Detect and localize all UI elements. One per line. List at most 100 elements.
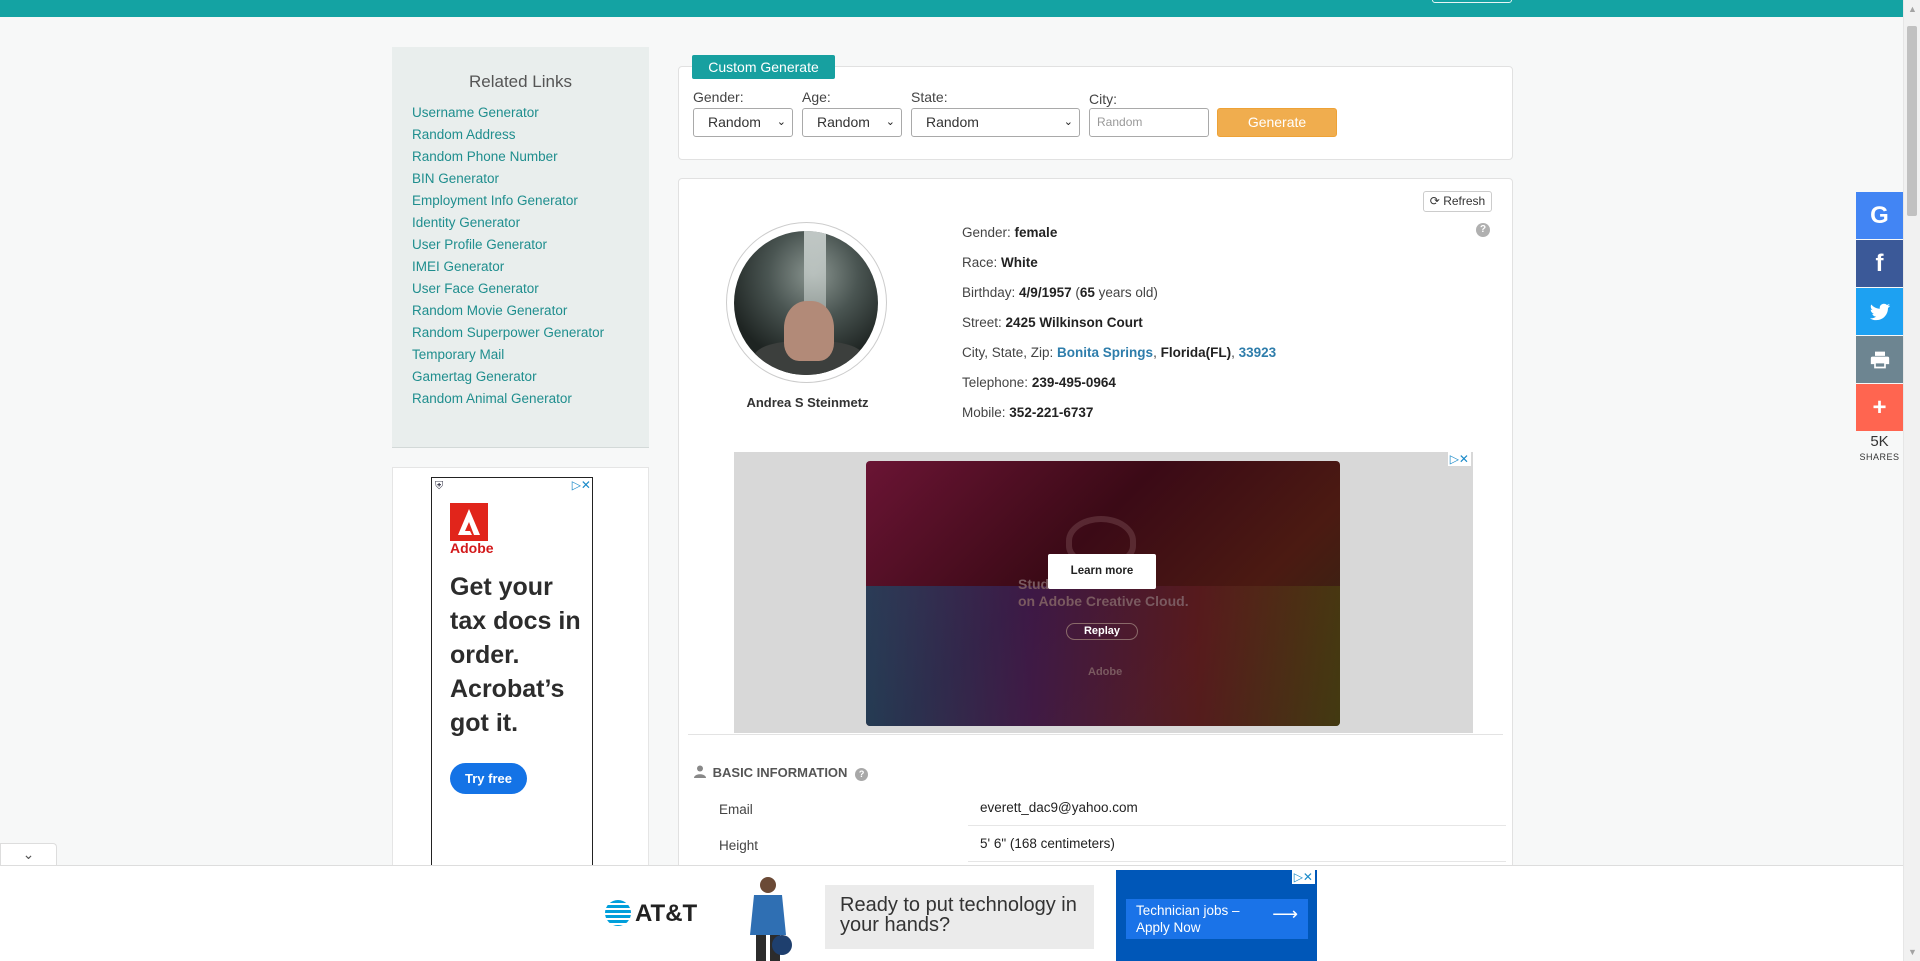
adobe-ad-creative[interactable]: ⛨ ▷✕ Adobe Get your tax docs in order. A…	[431, 477, 593, 867]
age-value: 65	[1079, 285, 1095, 300]
related-link-random-address[interactable]: Random Address	[412, 124, 649, 146]
related-link-gamertag-generator[interactable]: Gamertag Generator	[412, 366, 649, 388]
state-select-value: Random	[926, 114, 979, 130]
related-link-random-phone-number[interactable]: Random Phone Number	[412, 146, 649, 168]
top-nav-bar	[0, 0, 1920, 17]
scrollbar-thumb[interactable]	[1907, 26, 1917, 216]
telephone-value: 239-495-0964	[1031, 375, 1116, 390]
mobile-info: Mobile: 352-221-6737	[962, 405, 1094, 420]
refresh-label: Refresh	[1443, 194, 1486, 208]
age-select-value: Random	[817, 114, 870, 130]
printer-icon	[1870, 351, 1889, 368]
height-value: 5' 6" (168 centimeters)	[980, 836, 1115, 851]
refresh-icon: ⟳	[1429, 194, 1440, 208]
street-value: 2425 Wilkinson Court	[1005, 315, 1143, 330]
nav-button[interactable]	[1432, 0, 1512, 3]
race-value: White	[1001, 255, 1038, 270]
apply-now-button[interactable]: Technician jobs – Apply Now ⟶	[1126, 899, 1308, 939]
share-label: SHARES	[1859, 452, 1900, 462]
row-divider	[968, 825, 1506, 826]
city-state-zip-info: City, State, Zip: Bonita Springs, Florid…	[962, 345, 1277, 360]
sidebar-ad: ⛨ ▷✕ Adobe Get your tax docs in order. A…	[392, 467, 649, 867]
scroll-down-icon[interactable]: ▼	[1908, 947, 1917, 957]
adchoices-icon[interactable]: ▷✕	[572, 478, 591, 492]
page-scrollbar[interactable]: ▲ ▼	[1903, 0, 1920, 961]
share-more-button[interactable]: +	[1856, 384, 1903, 431]
basic-information-title: BASIC INFORMATION	[712, 765, 848, 780]
chevron-down-icon: ⌄	[885, 116, 895, 128]
custom-generate-tab[interactable]: Custom Generate	[692, 55, 835, 79]
related-link-random-superpower-generator[interactable]: Random Superpower Generator	[412, 322, 649, 344]
chevron-down-icon: ⌄	[776, 116, 786, 128]
share-google-button[interactable]: G	[1856, 192, 1903, 239]
apply-now-label: Technician jobs – Apply Now	[1136, 903, 1240, 935]
learn-more-button[interactable]: Learn more	[1048, 554, 1156, 589]
adchoices-icon[interactable]: ▷✕	[1291, 870, 1315, 884]
arrow-right-icon: ⟶	[1272, 904, 1298, 924]
mobile-value: 352-221-6737	[1009, 405, 1094, 420]
related-link-username-generator[interactable]: Username Generator	[412, 102, 649, 124]
ad-faint-text-2: on Adobe Creative Cloud.	[1018, 593, 1189, 609]
gender-select-value: Random	[708, 114, 761, 130]
zip-link[interactable]: 33923	[1239, 345, 1277, 360]
replay-button[interactable]: Replay	[1066, 623, 1138, 640]
section-divider	[688, 734, 1503, 735]
chevron-down-icon: ⌄	[1063, 116, 1073, 128]
related-links-list: Username Generator Random Address Random…	[392, 102, 649, 410]
plus-icon: +	[1872, 393, 1887, 421]
gender-label: Gender:	[693, 89, 744, 105]
collapse-ad-button[interactable]: ⌄	[0, 843, 57, 865]
adchoices-icon[interactable]: ▷✕	[1447, 452, 1471, 466]
att-ad[interactable]: AT&T Ready to put technology in your han…	[587, 870, 1317, 961]
avatar	[734, 231, 878, 375]
street-info: Street: 2425 Wilkinson Court	[962, 315, 1143, 330]
adobe-video-ad: Stud 0% on Adobe Creative Cloud. Learn m…	[734, 452, 1473, 733]
related-link-random-movie-generator[interactable]: Random Movie Generator	[412, 300, 649, 322]
help-icon[interactable]: ?	[855, 768, 869, 781]
email-label: Email	[719, 802, 753, 817]
related-links-panel: Related Links Username Generator Random …	[392, 47, 649, 448]
twitter-icon	[1869, 303, 1890, 320]
generate-button[interactable]: Generate	[1217, 108, 1337, 137]
related-links-title: Related Links	[468, 72, 572, 91]
gender-select[interactable]: Random ⌄	[693, 108, 793, 137]
technician-image	[750, 877, 792, 961]
basic-information-heading: BASIC INFORMATION ?	[694, 765, 869, 781]
related-link-identity-generator[interactable]: Identity Generator	[412, 212, 649, 234]
related-link-random-animal-generator[interactable]: Random Animal Generator	[412, 388, 649, 410]
state-label: State:	[911, 89, 948, 105]
profile-name: Andrea S Steinmetz	[746, 395, 869, 410]
share-facebook-button[interactable]: f	[1856, 240, 1903, 287]
person-icon	[694, 765, 706, 778]
share-count: 5K	[1870, 433, 1889, 450]
ad-creative[interactable]: Stud 0% on Adobe Creative Cloud. Learn m…	[866, 461, 1340, 726]
city-input[interactable]: Random	[1089, 108, 1209, 137]
related-link-employment-info-generator[interactable]: Employment Info Generator	[412, 190, 649, 212]
refresh-button[interactable]: ⟳ Refresh	[1423, 191, 1492, 212]
att-logo: AT&T	[605, 900, 697, 928]
apply-now-panel[interactable]: Technician jobs – Apply Now ⟶	[1116, 870, 1317, 961]
print-button[interactable]	[1856, 336, 1903, 383]
age-label: Age:	[802, 89, 831, 105]
att-globe-icon	[605, 900, 631, 926]
related-link-user-profile-generator[interactable]: User Profile Generator	[412, 234, 649, 256]
city-link[interactable]: Bonita Springs	[1057, 345, 1153, 360]
email-value: everett_dac9@yahoo.com	[980, 800, 1138, 815]
related-link-bin-generator[interactable]: BIN Generator	[412, 168, 649, 190]
city-label: City:	[1089, 91, 1117, 107]
gender-value: female	[1014, 225, 1058, 240]
adobe-brand-text: Adobe	[450, 540, 494, 556]
try-free-button[interactable]: Try free	[450, 763, 527, 794]
gender-info: Gender: female	[962, 225, 1058, 240]
related-link-imei-generator[interactable]: IMEI Generator	[412, 256, 649, 278]
help-icon[interactable]: ?	[1476, 223, 1490, 237]
state-select[interactable]: Random ⌄	[911, 108, 1080, 137]
related-link-user-face-generator[interactable]: User Face Generator	[412, 278, 649, 300]
scroll-up-icon[interactable]: ▲	[1908, 4, 1917, 14]
age-select[interactable]: Random ⌄	[802, 108, 902, 137]
ad-headline: Get your tax docs in order. Acrobat’s go…	[450, 573, 581, 737]
share-twitter-button[interactable]	[1856, 288, 1903, 335]
ad-shield-icon: ⛨	[435, 480, 444, 492]
related-link-temporary-mail[interactable]: Temporary Mail	[412, 344, 649, 366]
birthday-info: Birthday: 4/9/1957 (65 years old)	[962, 285, 1158, 300]
